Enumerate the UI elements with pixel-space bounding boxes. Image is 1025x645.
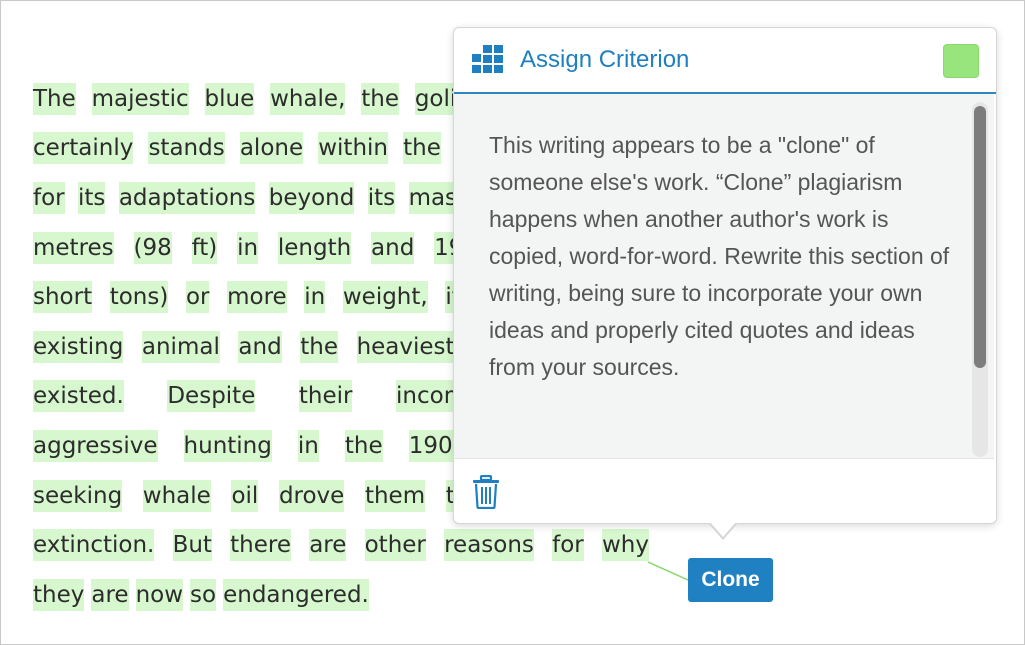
highlighted-word[interactable]: adaptations [118, 181, 256, 214]
highlighted-word[interactable]: the [403, 132, 441, 165]
highlighted-word[interactable]: and [238, 330, 282, 363]
clone-tag-button[interactable]: Clone [688, 558, 773, 602]
highlighted-word[interactable]: the [300, 330, 338, 363]
highlighted-word[interactable]: more [227, 281, 287, 314]
highlighted-word[interactable]: The [33, 82, 76, 115]
highlighted-word[interactable]: animal [141, 330, 220, 363]
highlighted-word[interactable]: other [364, 529, 426, 562]
highlighted-word[interactable]: blue [204, 82, 255, 115]
highlighted-word[interactable]: (98 [133, 231, 172, 264]
highlighted-word[interactable]: are [309, 529, 347, 562]
popover-header: Assign Criterion [454, 28, 996, 94]
highlighted-word[interactable]: whale, [270, 82, 346, 115]
criterion-color-swatch[interactable] [943, 44, 979, 78]
highlighted-word[interactable]: the [344, 429, 383, 462]
highlighted-word[interactable]: existed. [33, 380, 124, 413]
highlighted-word[interactable]: length [277, 231, 352, 264]
popover-arrow [710, 522, 736, 537]
highlighted-word[interactable]: alone [239, 132, 304, 165]
highlighted-word[interactable]: stands [148, 132, 225, 165]
highlighted-word[interactable]: why [601, 529, 649, 562]
highlighted-word[interactable]: certainly [33, 132, 134, 165]
criterion-description-panel[interactable]: This writing appears to be a "clone" of … [454, 94, 994, 459]
highlighted-word[interactable]: aggressive [33, 429, 158, 462]
highlighted-word[interactable]: their [298, 380, 353, 413]
highlighted-word[interactable]: for [552, 529, 584, 562]
scrollbar-thumb[interactable] [974, 106, 986, 368]
highlighted-word[interactable]: in [237, 231, 259, 264]
highlighted-word[interactable]: drove [278, 479, 345, 512]
highlighted-word[interactable]: are [91, 578, 129, 611]
highlighted-word[interactable]: tons) [109, 281, 169, 314]
highlighted-word[interactable]: metres [33, 231, 114, 264]
highlighted-word[interactable]: majestic [91, 82, 189, 115]
assign-criterion-popover: Assign Criterion This writing appears to… [453, 27, 997, 540]
highlighted-word[interactable]: within [318, 132, 388, 165]
scrollbar-track[interactable] [972, 102, 988, 457]
highlighted-word[interactable]: for [33, 181, 65, 214]
highlighted-word[interactable]: short [33, 281, 93, 314]
highlighted-word[interactable]: there [230, 529, 291, 562]
trash-icon[interactable] [472, 475, 500, 509]
highlighted-word[interactable]: so [190, 578, 217, 611]
highlighted-word[interactable]: whale [142, 479, 211, 512]
highlighted-word[interactable]: in [304, 281, 326, 314]
popover-title: Assign Criterion [520, 46, 690, 73]
highlighted-word[interactable]: existing [33, 330, 124, 363]
highlighted-word[interactable]: oil [231, 479, 259, 512]
highlighted-word[interactable]: weight, [342, 281, 428, 314]
grid-icon [472, 45, 503, 73]
highlighted-word[interactable]: endangered. [223, 578, 369, 611]
highlighted-word[interactable]: ft) [191, 231, 218, 264]
highlighted-word[interactable]: or [185, 281, 210, 314]
highlighted-word[interactable]: reasons [444, 529, 534, 562]
highlighted-word[interactable]: and [371, 231, 415, 264]
essay-line: extinction. But there are other reasons for why [33, 520, 649, 570]
highlighted-word[interactable]: in [297, 429, 319, 462]
highlighted-word[interactable]: seeking [33, 479, 123, 512]
highlighted-word[interactable]: now [135, 578, 184, 611]
highlighted-word[interactable]: its [367, 181, 396, 214]
highlighted-word[interactable]: the [361, 82, 399, 115]
highlighted-word[interactable]: hunting [183, 429, 272, 462]
highlighted-word[interactable]: Despite [167, 380, 256, 413]
tag-connector-line [647, 561, 689, 581]
highlighted-word[interactable]: beyond [268, 181, 355, 214]
criterion-description: This writing appears to be a "clone" of … [489, 132, 950, 380]
highlighted-word[interactable]: extinction. [33, 529, 155, 562]
highlighted-word[interactable]: them [364, 479, 426, 512]
highlighted-word[interactable]: But [172, 529, 212, 562]
highlighted-word[interactable]: they [33, 578, 85, 611]
essay-line: they are now so endangered. [33, 570, 649, 620]
highlighted-word[interactable]: heaviest [356, 330, 455, 363]
highlighted-word[interactable]: its [78, 181, 106, 214]
